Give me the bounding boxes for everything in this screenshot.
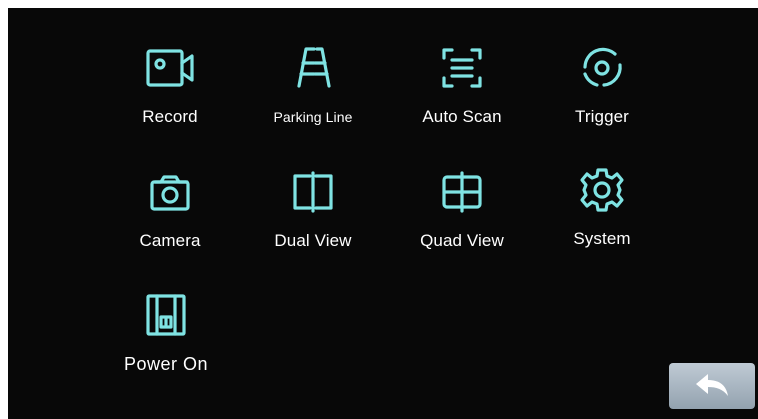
camera-label: Camera bbox=[139, 231, 201, 250]
camera-icon bbox=[143, 165, 197, 219]
dual-view-icon bbox=[286, 165, 340, 219]
record-button[interactable]: Record bbox=[105, 41, 235, 141]
back-button[interactable] bbox=[669, 363, 755, 409]
quad-view-button[interactable]: Quad View bbox=[397, 165, 527, 265]
auto-scan-button[interactable]: Auto Scan bbox=[397, 41, 527, 141]
dual-view-label: Dual View bbox=[274, 231, 352, 250]
dual-view-button[interactable]: Dual View bbox=[248, 165, 378, 265]
parking-line-button[interactable]: Parking Line bbox=[248, 41, 378, 141]
parking-line-label: Parking Line bbox=[273, 109, 353, 125]
system-button[interactable]: System bbox=[537, 163, 667, 263]
power-on-button[interactable]: Power On bbox=[101, 288, 231, 388]
video-camera-icon bbox=[143, 41, 197, 95]
record-label: Record bbox=[142, 107, 198, 126]
scan-icon bbox=[435, 41, 489, 95]
trigger-label: Trigger bbox=[575, 107, 629, 126]
menu-screen: Record Parking Line Auto Scan Trigger Ca… bbox=[8, 8, 758, 419]
parking-line-icon bbox=[286, 41, 340, 95]
system-label: System bbox=[573, 229, 631, 248]
power-on-icon bbox=[139, 288, 193, 342]
trigger-icon bbox=[575, 41, 629, 95]
power-on-label: Power On bbox=[123, 354, 209, 374]
trigger-button[interactable]: Trigger bbox=[537, 41, 667, 141]
quad-view-label: Quad View bbox=[420, 231, 504, 250]
auto-scan-label: Auto Scan bbox=[422, 107, 502, 126]
back-arrow-icon bbox=[696, 374, 728, 396]
quad-view-icon bbox=[435, 165, 489, 219]
gear-icon bbox=[575, 163, 629, 217]
camera-button[interactable]: Camera bbox=[105, 165, 235, 265]
